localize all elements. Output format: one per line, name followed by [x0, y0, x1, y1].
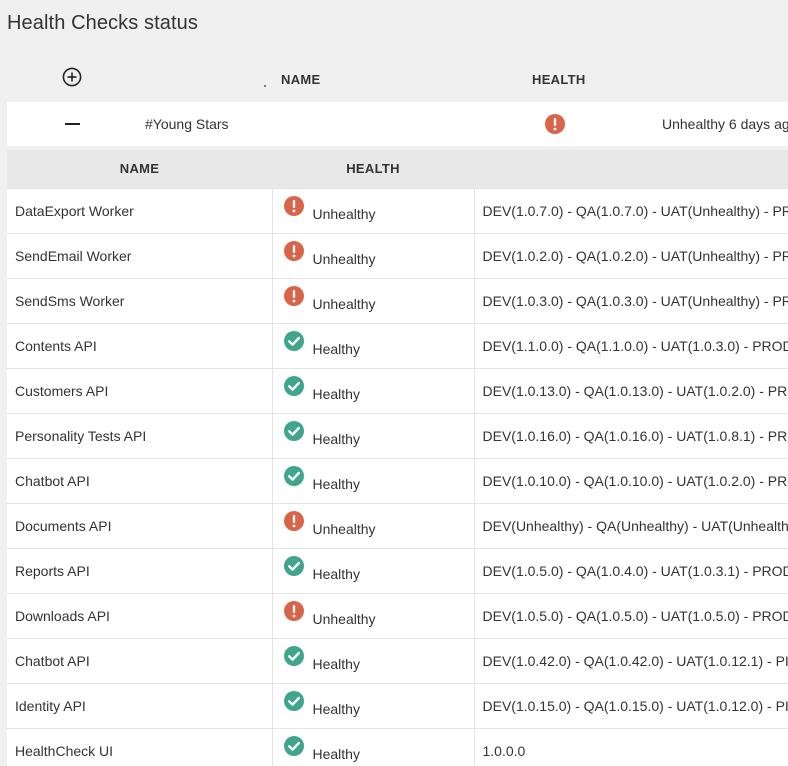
service-health-cell: Healthy — [272, 637, 475, 683]
service-health-cell: Healthy — [272, 547, 475, 593]
service-environments: 1.0.0.0 — [474, 727, 788, 766]
service-name: SendSms Worker — [7, 277, 273, 323]
table-row: Customers API Healthy DEV(1.0.13.0) - QA(1… — [7, 367, 788, 413]
service-health-cell: Healthy — [272, 682, 475, 728]
service-environments: DEV(1.0.5.0) - QA(1.0.4.0) - UAT(1.0.3.1… — [474, 547, 788, 593]
table-row: Personality Tests API Healthy DEV(1.0.16.0… — [7, 412, 788, 458]
col-header-health[interactable]: HEALTH — [272, 150, 474, 188]
exclamation-circle-icon — [283, 510, 305, 532]
check-circle-icon — [283, 690, 305, 712]
exclamation-circle-icon — [544, 113, 566, 135]
check-circle-icon — [283, 375, 305, 397]
service-environments: DEV(Unhealthy) - QA(Unhealthy) - UAT(Unh… — [474, 502, 788, 548]
check-circle-icon — [283, 330, 305, 352]
table-row: Chatbot API Healthy DEV(1.0.10.0) - QA(1.0… — [7, 457, 788, 503]
service-health-label: Healthy — [312, 430, 360, 447]
services-table: NAME HEALTH DataExport Worker Unhealthy DE… — [7, 150, 788, 766]
service-environments: DEV(1.0.5.0) - QA(1.0.5.0) - UAT(1.0.5.0… — [474, 592, 788, 638]
service-health-label: Healthy — [312, 655, 360, 672]
col-header-env — [474, 150, 788, 188]
main-table-header: NAME HEALTH — [0, 56, 788, 100]
service-health-label: Unhealthy — [312, 295, 376, 312]
service-health-label: Healthy — [312, 385, 360, 402]
check-circle-icon — [283, 735, 305, 757]
service-environments: DEV(1.0.3.0) - QA(1.0.3.0) - UAT(Unhealt… — [474, 277, 788, 323]
table-row: Documents API Unhealthy DEV(Unhealthy) - Q… — [7, 502, 788, 548]
header-name[interactable]: NAME — [281, 72, 320, 87]
header-health[interactable]: HEALTH — [532, 72, 586, 87]
service-health-cell: Unhealthy — [272, 592, 475, 638]
table-row: HealthCheck UI Healthy 1.0.0.0 — [7, 727, 788, 766]
service-environments: DEV(1.0.15.0) - QA(1.0.15.0) - UAT(1.0.1… — [474, 682, 788, 728]
table-row: Downloads API Unhealthy DEV(1.0.5.0) - QA(… — [7, 592, 788, 638]
col-header-name[interactable]: NAME — [7, 150, 272, 188]
service-environments: DEV(1.0.7.0) - QA(1.0.7.0) - UAT(Unhealt… — [474, 187, 788, 233]
service-environments: DEV(1.0.13.0) - QA(1.0.13.0) - UAT(1.0.2… — [474, 367, 788, 413]
service-health-label: Healthy — [312, 475, 360, 492]
service-health-label: Unhealthy — [312, 610, 376, 627]
check-circle-icon — [283, 465, 305, 487]
services-table-header: NAME HEALTH — [7, 150, 788, 188]
service-name: Documents API — [7, 502, 273, 548]
table-row: Contents API Healthy DEV(1.1.0.0) - QA(1.1… — [7, 322, 788, 368]
service-health-cell: Unhealthy — [272, 277, 475, 323]
service-health-label: Unhealthy — [312, 250, 376, 267]
service-name: HealthCheck UI — [7, 727, 273, 766]
service-name: Chatbot API — [7, 457, 273, 503]
group-row-young-stars[interactable]: #Young Stars Unhealthy 6 days ag — [7, 102, 788, 146]
service-name: Downloads API — [7, 592, 273, 638]
service-health-cell: Healthy — [272, 727, 475, 766]
service-health-cell: Unhealthy — [272, 502, 475, 548]
table-row: SendEmail Worker Unhealthy DEV(1.0.2.0) - … — [7, 232, 788, 278]
service-health-label: Healthy — [312, 340, 360, 357]
sort-indicator-dot — [264, 85, 266, 87]
table-row: Identity API Healthy DEV(1.0.15.0) - QA(1.… — [7, 682, 788, 728]
exclamation-circle-icon — [283, 240, 305, 262]
group-name: #Young Stars — [145, 116, 229, 132]
service-name: Contents API — [7, 322, 273, 368]
service-name: Personality Tests API — [7, 412, 273, 458]
service-name: Reports API — [7, 547, 273, 593]
table-row: SendSms Worker Unhealthy DEV(1.0.3.0) - QA… — [7, 277, 788, 323]
service-health-cell: Healthy — [272, 457, 475, 503]
service-environments: DEV(1.0.2.0) - QA(1.0.2.0) - UAT(Unhealt… — [474, 232, 788, 278]
service-environments: DEV(1.0.16.0) - QA(1.0.16.0) - UAT(1.0.8… — [474, 412, 788, 458]
page-title: Health Checks status — [7, 12, 198, 34]
exclamation-circle-icon — [283, 285, 305, 307]
service-name: Chatbot API — [7, 637, 273, 683]
service-name: DataExport Worker — [7, 187, 273, 233]
collapse-icon[interactable] — [65, 114, 81, 134]
check-circle-icon — [283, 555, 305, 577]
service-health-cell: Unhealthy — [272, 187, 475, 233]
exclamation-circle-icon — [283, 195, 305, 217]
service-environments: DEV(1.1.0.0) - QA(1.1.0.0) - UAT(1.0.3.0… — [474, 322, 788, 368]
service-health-label: Unhealthy — [312, 205, 376, 222]
table-row: Reports API Healthy DEV(1.0.5.0) - QA(1.0.… — [7, 547, 788, 593]
service-health-label: Healthy — [312, 745, 360, 762]
table-row: DataExport Worker Unhealthy DEV(1.0.7.0) -… — [7, 187, 788, 233]
service-health-cell: Unhealthy — [272, 232, 475, 278]
expand-all-icon[interactable] — [62, 67, 82, 87]
group-status-text: Unhealthy 6 days ag — [662, 116, 788, 132]
service-health-cell: Healthy — [272, 322, 475, 368]
service-health-label: Healthy — [312, 565, 360, 582]
check-circle-icon — [283, 420, 305, 442]
service-name: SendEmail Worker — [7, 232, 273, 278]
service-health-label: Healthy — [312, 700, 360, 717]
service-environments: DEV(1.0.42.0) - QA(1.0.42.0) - UAT(1.0.1… — [474, 637, 788, 683]
service-environments: DEV(1.0.10.0) - QA(1.0.10.0) - UAT(1.0.2… — [474, 457, 788, 503]
exclamation-circle-icon — [283, 600, 305, 622]
service-name: Customers API — [7, 367, 273, 413]
service-health-label: Unhealthy — [312, 520, 376, 537]
service-name: Identity API — [7, 682, 273, 728]
service-health-cell: Healthy — [272, 367, 475, 413]
table-row: Chatbot API Healthy DEV(1.0.42.0) - QA(1.0… — [7, 637, 788, 683]
service-health-cell: Healthy — [272, 412, 475, 458]
check-circle-icon — [283, 645, 305, 667]
